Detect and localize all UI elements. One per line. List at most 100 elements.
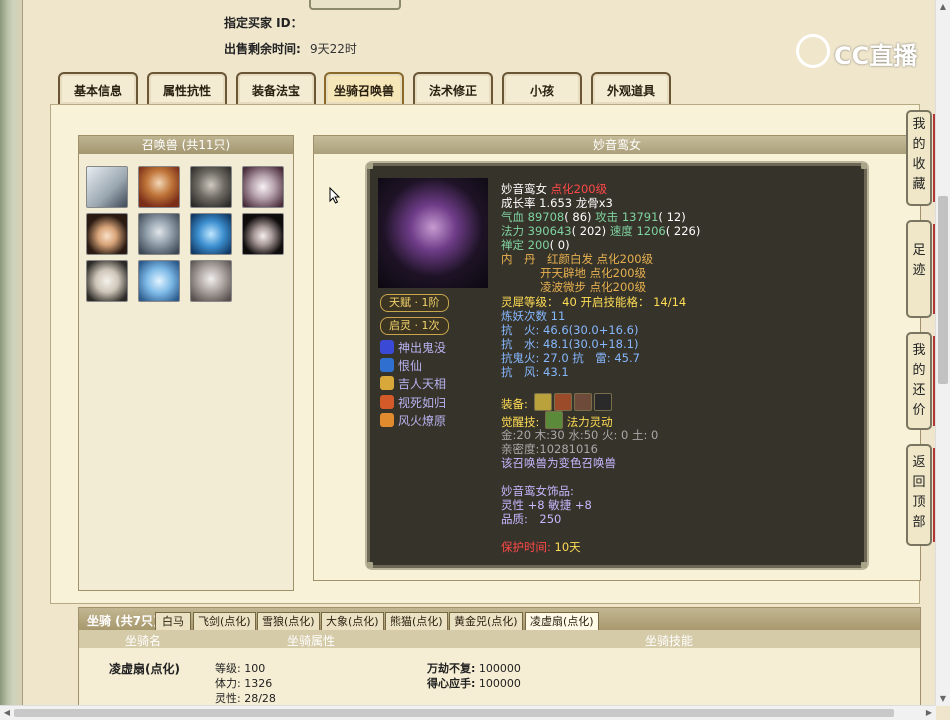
skill-icon <box>380 358 394 372</box>
awake-skill-icon[interactable] <box>545 411 564 429</box>
skill-label: 神出鬼没 <box>398 341 447 355</box>
my-favorites-button[interactable]: 我的收藏 <box>906 110 936 206</box>
summon-avatar-blue-spirit[interactable] <box>190 213 232 255</box>
card-corner <box>367 163 373 169</box>
element-line: 金:20 木:30 水:50 火: 0 土: 0 <box>501 428 659 442</box>
summon-avatar-warrior[interactable] <box>190 166 232 208</box>
summon-avatar-silver-maiden[interactable] <box>190 260 232 302</box>
remain-time-value: 9天22时 <box>310 42 357 56</box>
card-corner <box>861 562 867 568</box>
mount-tab[interactable]: 雪狼(点化) <box>257 612 320 630</box>
horizontal-scrollbar[interactable]: ◀ ▶ <box>0 705 936 720</box>
atk-extra: ( 12) <box>658 210 686 224</box>
mouse-cursor-icon <box>329 187 341 204</box>
tab-children[interactable]: 小孩 <box>502 72 582 104</box>
res-wind: 抗 风: 43.1 <box>501 365 569 379</box>
skill-item[interactable]: 风火燎原 <box>380 413 446 429</box>
side-button-label: 足迹 <box>912 243 926 278</box>
ornament-quality: 品质: 250 <box>501 512 562 526</box>
left-border <box>0 0 23 720</box>
open-slots-label: 开启技能格： <box>580 295 650 309</box>
summon-avatar-white-tiger[interactable] <box>242 166 284 208</box>
skill-item[interactable]: 神出鬼没 <box>380 340 446 356</box>
mount-skill: 得心应手: 100000 <box>427 675 521 691</box>
scroll-thumb[interactable] <box>938 196 948 384</box>
card-corner <box>367 562 373 568</box>
summon-avatar-polar-bear[interactable] <box>86 166 128 208</box>
mount-tab[interactable]: 大象(点化) <box>321 612 384 630</box>
lingxi-value: 40 <box>562 295 577 309</box>
mount-tab[interactable]: 白马 <box>155 612 191 630</box>
summon-avatar-masked-fairy[interactable] <box>138 213 180 255</box>
summon-avatar-ice-crystal[interactable] <box>138 260 180 302</box>
tab-basic-info[interactable]: 基本信息 <box>58 72 138 104</box>
awaken-pill: 启灵 · 1次 <box>380 317 449 335</box>
hscroll-thumb[interactable] <box>14 709 894 717</box>
summon-avatar-panda[interactable] <box>86 260 128 302</box>
equip-slot-icon[interactable] <box>553 393 572 411</box>
skill-label: 风火燎原 <box>398 414 447 428</box>
summon-avatar-white-cat[interactable] <box>242 213 284 255</box>
awake-label: 觉醒技: <box>501 415 540 429</box>
summon-list-title: 召唤兽 (共11只) <box>79 136 293 154</box>
skill-icon <box>380 413 394 427</box>
stat-name-line: 妙音鸾女 点化200级 <box>501 182 607 196</box>
mount-tab[interactable]: 黄金兕(点化) <box>449 612 523 630</box>
mount-column-header: 坐骑名 坐骑属性 坐骑技能 <box>79 630 920 648</box>
remain-time-label: 出售剩余时间: <box>224 42 301 56</box>
intimacy-line: 亲密度:10281016 <box>501 442 598 456</box>
top-button[interactable] <box>309 0 401 10</box>
skill-item[interactable]: 视死如归 <box>380 395 446 411</box>
growth-value: 1.653 <box>539 196 573 210</box>
refine-line: 炼妖次数 11 <box>501 309 565 323</box>
protect-label: 保护时间: <box>501 540 551 554</box>
mount-tab-active[interactable]: 凌虚扇(点化) <box>525 612 599 631</box>
stat-calm-line: 禅定 200( 0) <box>501 238 570 252</box>
mount-skill-label: 万劫不复: <box>427 662 476 675</box>
neidan-label: 内 丹 <box>501 252 536 266</box>
mp-extra: ( 202) <box>571 224 607 238</box>
res-water: 抗 水: 48.1(30.0+18.1) <box>501 337 639 351</box>
summon-level: 点化200级 <box>550 182 608 196</box>
summon-avatar-goddess[interactable] <box>138 166 180 208</box>
mount-tab[interactable]: 飞剑(点化) <box>193 612 256 630</box>
scroll-left-icon[interactable]: ◀ <box>0 706 14 720</box>
neidan-line-2: 开天辟地 点化200级 <box>540 266 647 280</box>
skill-icon <box>380 395 394 409</box>
neidan-line-1: 内 丹 红颜白发 点化200级 <box>501 252 653 266</box>
footprint-button[interactable]: 足迹 <box>906 220 936 318</box>
scroll-right-icon[interactable]: ▶ <box>922 706 936 720</box>
mount-col-skill: 坐骑技能 <box>645 634 694 648</box>
tab-spell-mods[interactable]: 法术修正 <box>413 72 493 104</box>
skill-item[interactable]: 吉人天相 <box>380 376 446 392</box>
tab-attributes[interactable]: 属性抗性 <box>147 72 227 104</box>
tab-equipment[interactable]: 装备法宝 <box>236 72 316 104</box>
skill-label: 视死如归 <box>398 396 447 410</box>
mount-tab[interactable]: 熊猫(点化) <box>385 612 448 630</box>
spd-label: 速度 <box>609 224 633 238</box>
spd-value: 1206 <box>636 224 666 238</box>
stat-growth-line: 成长率 1.653 龙骨x3 <box>501 196 613 210</box>
res-ghost-thunder: 抗鬼火: 27.0 抗 雷: 45.7 <box>501 351 640 365</box>
calm-value: 200 <box>527 238 550 252</box>
equip-slot-icon[interactable] <box>573 393 592 411</box>
back-to-top-button[interactable]: 返回顶部 <box>906 444 936 546</box>
scroll-up-icon[interactable]: ▲ <box>936 0 950 14</box>
mount-attr: 体力: 1326 <box>215 677 273 690</box>
equip-slot-icon[interactable] <box>593 393 612 411</box>
skill-item[interactable]: 恨仙 <box>380 358 422 374</box>
ornament-title: 妙音鸾女饰品: <box>501 484 574 498</box>
vertical-scrollbar[interactable]: ▲ ▼ <box>935 0 950 706</box>
refine-value: 11 <box>550 309 566 323</box>
tab-mounts-summons[interactable]: 坐骑召唤兽 <box>324 72 404 104</box>
my-bargain-button[interactable]: 我的还价 <box>906 332 936 430</box>
tab-appearance[interactable]: 外观道具 <box>591 72 671 104</box>
summon-avatar-doll[interactable] <box>86 213 128 255</box>
summon-name: 妙音鸾女 <box>501 182 547 196</box>
scroll-down-icon[interactable]: ▼ <box>936 692 950 706</box>
mount-row-name: 凌虚扇(点化) <box>109 662 180 676</box>
mount-attr: 灵性: 28/28 <box>215 692 276 705</box>
equip-slot-icon[interactable] <box>533 393 552 411</box>
mount-skill-value: 100000 <box>478 677 521 690</box>
neidan-line-3: 凌波微步 点化200级 <box>540 280 647 294</box>
